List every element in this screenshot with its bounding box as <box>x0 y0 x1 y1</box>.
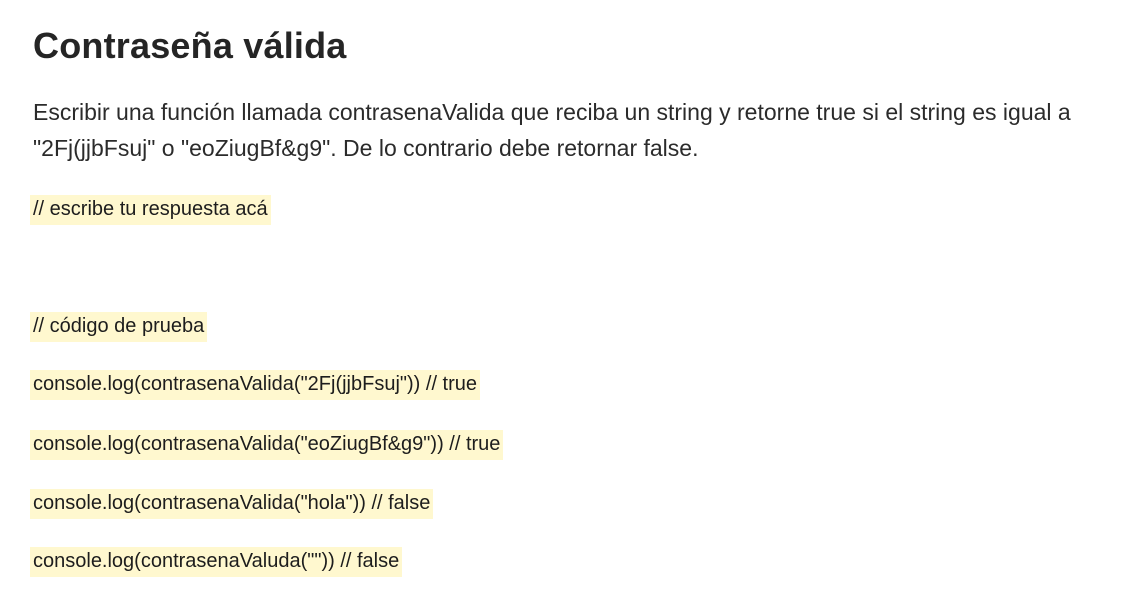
code-comment-test: // código de prueba <box>30 312 208 342</box>
code-comment-answer: // escribe tu respuesta acá <box>30 195 271 225</box>
code-line-test-3: console.log(contrasenaValida("hola")) //… <box>30 489 434 519</box>
exercise-description: Escribir una función llamada contrasenaV… <box>33 99 1071 161</box>
code-line-test-4: console.log(contrasenaValuda("")) // fal… <box>30 547 403 577</box>
exercise-page: Contraseña válida Escribir una función l… <box>0 0 1140 602</box>
exercise-title: Contraseña válida <box>33 25 347 66</box>
code-line-test-2: console.log(contrasenaValida("eoZiugBf&g… <box>30 430 504 460</box>
code-line-test-1: console.log(contrasenaValida("2Fj(jjbFsu… <box>30 370 481 400</box>
